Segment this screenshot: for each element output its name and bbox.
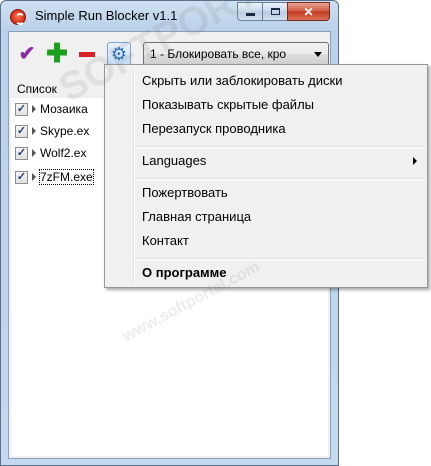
menu-item-restart-explorer[interactable]: Перезапуск проводника [142,118,286,140]
remove-button[interactable] [75,42,99,66]
menu-item-about[interactable]: О программе [142,262,227,284]
expand-arrow-icon[interactable] [32,149,36,157]
list-item[interactable]: ✓ Skype.ex [15,122,89,140]
check-all-button[interactable]: ✔ [15,42,39,66]
item-checkbox[interactable]: ✓ [15,102,28,116]
item-name: Skype.ex [40,124,90,138]
close-button[interactable]: ✕ [287,2,330,21]
gear-icon: ⚙ [110,44,128,64]
add-button[interactable]: ✚ [45,38,69,68]
item-checkbox[interactable]: ✓ [15,170,28,184]
window-title: Simple Run Blocker v1.1 [35,8,178,23]
item-checkbox[interactable]: ✓ [15,124,28,138]
item-name: Wolf2.ex [40,146,87,160]
maximize-icon [270,8,280,15]
menu-item-languages[interactable]: Languages [142,150,206,172]
minimize-button[interactable] [237,2,263,21]
app-logo-icon [10,9,26,25]
plus-icon: ✚ [46,38,68,68]
list-item[interactable]: ✓ Wolf2.ex [15,144,86,162]
expand-arrow-icon[interactable] [32,105,36,113]
dropdown-arrow-icon [314,52,322,57]
settings-context-menu: Скрыть или заблокировать диски Показыват… [104,64,428,288]
caption-buttons: ✕ [237,2,330,21]
list-label: Список [17,82,57,96]
menu-separator [135,178,425,180]
menu-item-homepage[interactable]: Главная страница [142,206,251,228]
item-checkbox[interactable]: ✓ [15,146,28,160]
item-name: Мозаика [40,102,88,116]
menu-item-contact[interactable]: Контакт [142,230,189,252]
expand-arrow-icon[interactable] [32,173,36,181]
menu-item-hide-drives[interactable]: Скрыть или заблокировать диски [142,70,342,92]
submenu-arrow-icon [413,157,417,165]
close-icon: ✕ [303,4,314,19]
item-name: 7zFM.exe [39,169,94,185]
settings-button[interactable]: ⚙ [107,42,131,66]
minimize-icon [245,13,255,16]
menu-separator [135,258,425,260]
title-bar[interactable]: Simple Run Blocker v1.1 ✕ [1,1,338,31]
menu-item-donate[interactable]: Пожертвовать [142,182,228,204]
menu-separator [135,146,425,148]
mode-select-value: 1 - Блокировать все, кро [150,47,287,61]
list-item[interactable]: ✓ Мозаика [15,100,88,118]
check-icon: ✔ [18,43,36,65]
maximize-button[interactable] [262,2,288,21]
menu-item-show-hidden-files[interactable]: Показывать скрытые файлы [142,94,314,116]
mode-select[interactable]: 1 - Блокировать все, кро [143,42,329,66]
list-item[interactable]: ✓ 7zFM.exe [15,168,94,186]
minus-icon [79,51,95,57]
expand-arrow-icon[interactable] [32,127,36,135]
